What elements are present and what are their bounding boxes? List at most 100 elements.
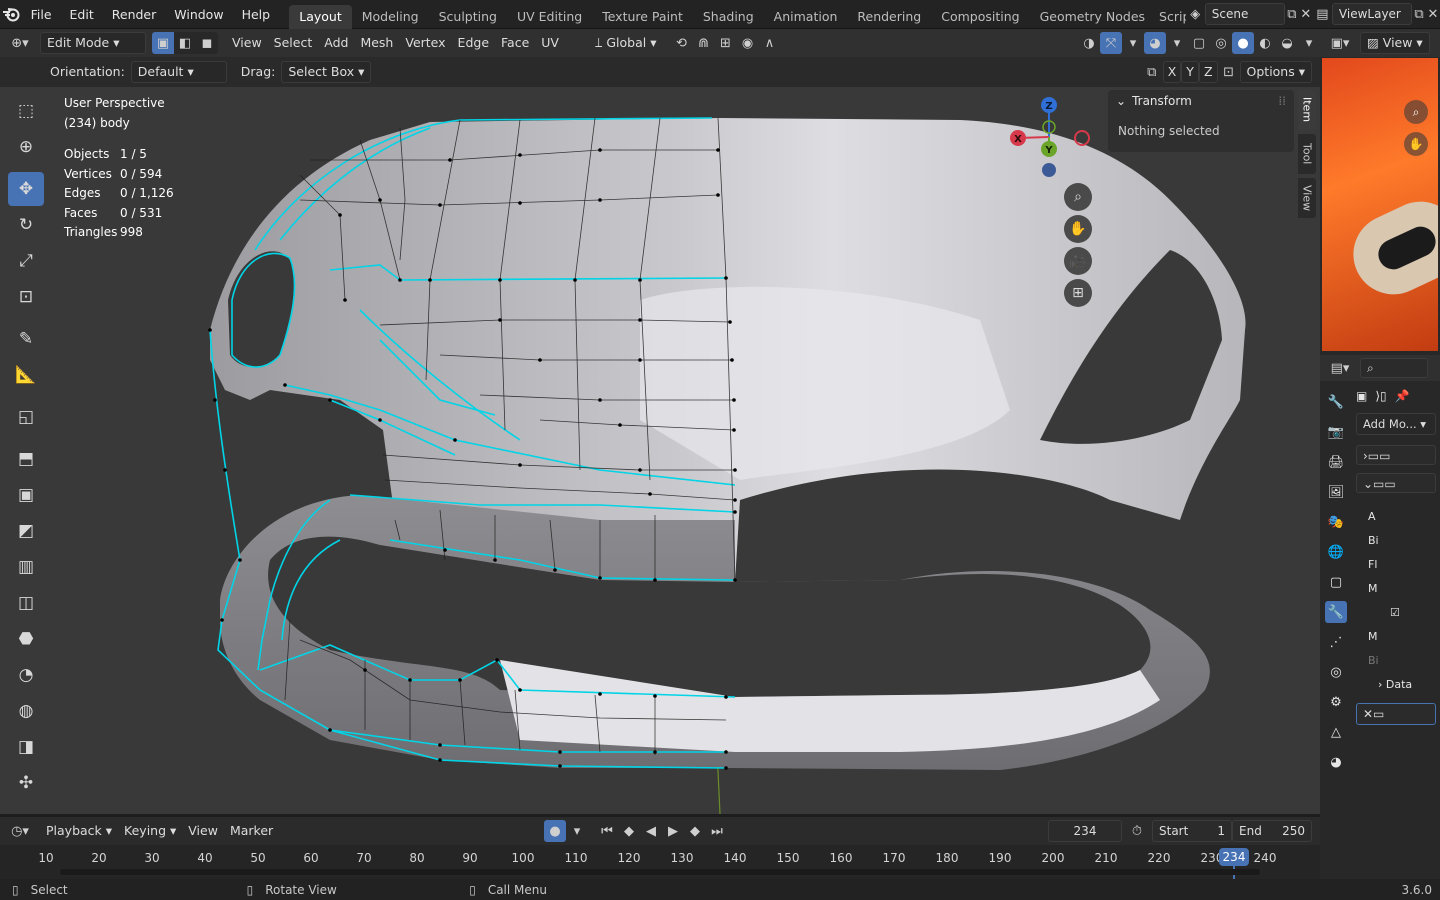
scale-tool-icon[interactable]: ⤢ (8, 244, 44, 278)
inset-tool-icon[interactable]: ▣ (8, 478, 44, 512)
data-props-icon[interactable]: △ (1325, 721, 1347, 743)
axis-gizmo[interactable]: Z X Y (1005, 95, 1095, 180)
transform-section-header[interactable]: ⌄ Transform ⁞⁞ (1108, 90, 1294, 112)
header-menu-add[interactable]: Add (318, 32, 354, 54)
camera-view-icon[interactable]: 🎥 (1064, 247, 1092, 275)
tab-sculpting[interactable]: Sculpting (429, 5, 507, 29)
timeline-ruler[interactable]: 10 20 30 40 50 60 70 80 90 100 110 120 130 140 150 160 1… (0, 845, 1320, 879)
vertex-select-icon[interactable]: ▣ (152, 32, 174, 54)
visibility-icon[interactable]: ◑ (1078, 32, 1100, 54)
pin-icon-2[interactable]: 📌 (1395, 389, 1410, 403)
tool-props-icon[interactable]: 🔧 (1325, 391, 1347, 413)
measure-tool-icon[interactable]: 📐 (8, 358, 44, 392)
modifier-props-icon[interactable]: 🔧 (1325, 601, 1347, 623)
header-menu-mesh[interactable]: Mesh (354, 32, 399, 54)
orientation-dropdown[interactable]: Default ▾ (130, 61, 227, 83)
rotate-tool-icon[interactable]: ↻ (8, 208, 44, 242)
axis-x-toggle[interactable]: X (1162, 61, 1182, 83)
delete-view-layer-icon[interactable]: ✕ (1426, 3, 1440, 25)
transform-tool-icon[interactable]: ⊡ (8, 280, 44, 314)
jump-end-icon[interactable]: ⏭ (706, 820, 728, 842)
topology-mirror-icon[interactable]: ⊡ (1218, 61, 1240, 83)
solid-shading-icon[interactable]: ● (1232, 32, 1254, 54)
wireframe-shading-icon[interactable]: ◎ (1210, 32, 1232, 54)
scene-selector[interactable]: Scene (1204, 3, 1285, 25)
tab-modeling[interactable]: Modeling (352, 5, 429, 29)
tab-animation[interactable]: Animation (764, 5, 848, 29)
play-reverse-icon[interactable]: ◀ (640, 820, 662, 842)
loop-cut-tool-icon[interactable]: ▥ (8, 550, 44, 584)
header-menu-uv[interactable]: UV (535, 32, 565, 54)
rendered-shading-icon[interactable]: ◒ (1276, 32, 1298, 54)
view-layer-icon[interactable]: ▤ (1313, 3, 1332, 25)
current-frame-field[interactable]: 234 (1048, 820, 1122, 842)
editor-type-icon[interactable]: ⊕▾ (0, 32, 40, 54)
tab-tool[interactable]: Tool (1298, 134, 1316, 174)
tab-view[interactable]: View (1298, 178, 1316, 218)
play-icon[interactable]: ▶ (662, 820, 684, 842)
modifier-panel-1[interactable]: ›▭▭ (1356, 445, 1436, 465)
delete-scene-icon[interactable]: ✕ (1299, 3, 1313, 25)
pan-view-icon[interactable]: ✋ (1064, 215, 1092, 243)
zoom-view-icon[interactable]: ⌕ (1064, 183, 1092, 211)
add-modifier-button[interactable]: Add Mo... ▾ (1356, 413, 1436, 435)
particles-props-icon[interactable]: ⋰ (1325, 631, 1347, 653)
tab-shading[interactable]: Shading (693, 5, 764, 29)
annotate-tool-icon[interactable]: ✎ (8, 322, 44, 356)
menu-render[interactable]: Render (103, 0, 166, 29)
tab-item[interactable]: Item (1298, 90, 1316, 130)
jump-keyframe-back-icon[interactable]: ◆ (618, 820, 640, 842)
keying-menu[interactable]: Keying ▾ (118, 820, 182, 842)
smooth-tool-icon[interactable]: ◍ (8, 694, 44, 728)
playback-menu[interactable]: Playback ▾ (40, 820, 118, 842)
axis-y-toggle[interactable]: Y (1181, 61, 1199, 83)
timeline-editor-icon[interactable]: ◷▾ (0, 820, 40, 842)
end-frame-field[interactable]: End 250 (1232, 820, 1312, 842)
physics-props-icon[interactable]: ◎ (1325, 661, 1347, 683)
tab-rendering[interactable]: Rendering (847, 5, 931, 29)
menu-file[interactable]: File (22, 0, 61, 29)
shrink-tool-icon[interactable]: ✣ (8, 766, 44, 800)
view-layer-selector[interactable]: ViewLayer (1331, 3, 1413, 25)
checkbox-icon[interactable]: ☑ (1368, 601, 1436, 625)
menu-help[interactable]: Help (233, 0, 280, 29)
tab-compositing[interactable]: Compositing (931, 5, 1029, 29)
add-cube-tool-icon[interactable]: ◱ (8, 400, 44, 434)
mirror-icon[interactable]: ⧉ (1141, 61, 1163, 83)
data-subpanel[interactable]: › Data (1368, 673, 1436, 697)
jump-start-icon[interactable]: ⏮ (596, 820, 618, 842)
zoom-icon[interactable]: ⌕ (1404, 100, 1428, 124)
pan-icon[interactable]: ✋ (1404, 132, 1428, 156)
snap-icon[interactable]: ⋒ (692, 32, 714, 54)
edge-select-icon[interactable]: ◧ (174, 32, 196, 54)
tab-texture-paint[interactable]: Texture Paint (592, 5, 693, 29)
tab-uv-editing[interactable]: UV Editing (507, 5, 592, 29)
xray-icon[interactable]: ▢ (1188, 32, 1210, 54)
view-layer-props-icon[interactable]: 🖼 (1325, 481, 1347, 503)
axis-z-toggle[interactable]: Z (1198, 61, 1218, 83)
options-dropdown[interactable]: Options ▾ (1239, 61, 1312, 83)
new-view-layer-icon[interactable]: ⧉ (1412, 3, 1426, 25)
menu-edit[interactable]: Edit (61, 0, 103, 29)
timeline-scrollbar[interactable] (60, 869, 1260, 875)
edge-slide-tool-icon[interactable]: ◨ (8, 730, 44, 764)
material-props-icon[interactable]: ◕ (1325, 751, 1347, 773)
modifier-panel-3[interactable]: ✕▭ (1356, 703, 1436, 725)
pin-icon[interactable]: ⟩▯ (1375, 389, 1386, 403)
proportional-edit-icon[interactable]: ◉ (736, 32, 758, 54)
drag-handle-icon[interactable]: ⁞⁞ (1278, 94, 1286, 108)
overlay-toggle-icon[interactable]: ◕ (1144, 32, 1166, 54)
modifier-panel-2[interactable]: ⌄▭▭ (1356, 473, 1436, 493)
tab-geometry-nodes[interactable]: Geometry Nodes (1030, 5, 1155, 29)
header-menu-select[interactable]: Select (268, 32, 319, 54)
header-menu-view[interactable]: View (226, 32, 268, 54)
constraints-props-icon[interactable]: ⚙ (1325, 691, 1347, 713)
stopwatch-icon[interactable]: ⏱ (1122, 820, 1152, 842)
output-props-icon[interactable]: 🖨 (1325, 451, 1347, 473)
auto-keying-icon[interactable]: ● (544, 820, 566, 842)
shading-dropdown-icon[interactable]: ▾ (1298, 32, 1320, 54)
knife-tool-icon[interactable]: ◫ (8, 586, 44, 620)
bevel-tool-icon[interactable]: ◩ (8, 514, 44, 548)
pivot-point-icon[interactable]: ⟲ (670, 32, 692, 54)
jump-keyframe-forward-icon[interactable]: ◆ (684, 820, 706, 842)
